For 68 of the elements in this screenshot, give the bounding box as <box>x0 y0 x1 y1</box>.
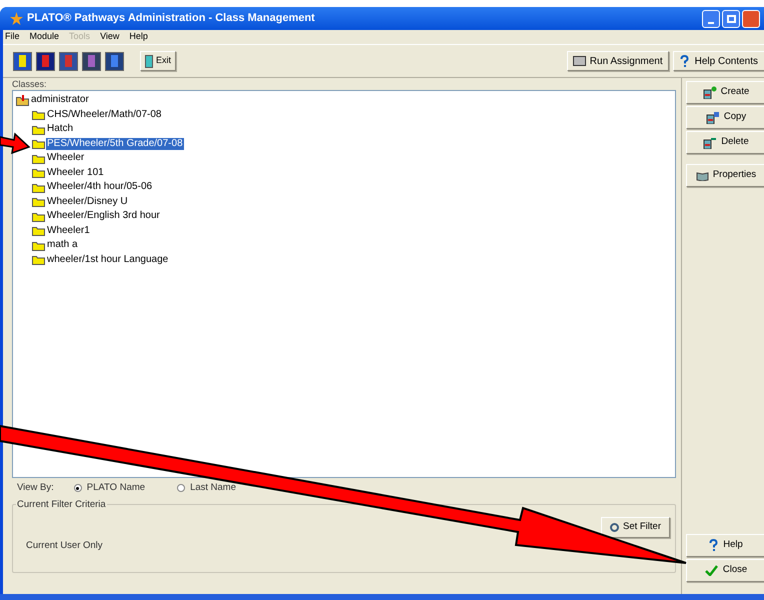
toolbar-icon <box>19 55 26 67</box>
minimize-icon <box>708 22 714 24</box>
folder-icon <box>32 182 45 193</box>
view-by-label: View By: <box>17 480 54 495</box>
side-button[interactable]: Copy <box>686 106 764 129</box>
set-filter-button[interactable]: Set Filter <box>600 517 670 538</box>
toolbar-button[interactable] <box>59 52 78 70</box>
classes-label: Classes: <box>12 79 48 90</box>
minimize-button[interactable] <box>702 10 720 28</box>
folder-icon <box>32 167 45 178</box>
toolbar-button[interactable] <box>13 52 32 70</box>
toolbar-button[interactable] <box>105 52 124 70</box>
tree-item[interactable]: Wheeler/4th hour/05-06 <box>46 181 154 194</box>
menu-item[interactable]: Help <box>129 30 148 44</box>
tree-item[interactable]: Hatch <box>46 123 74 136</box>
toolbar-icon <box>111 55 118 67</box>
folder-icon <box>16 94 29 106</box>
folder-icon <box>32 138 45 150</box>
help-contents-button[interactable]: Help Contents <box>672 51 764 71</box>
tree-item[interactable]: Wheeler1 <box>46 224 91 237</box>
toolbar-icon <box>88 55 95 67</box>
annotation-arrow <box>0 132 30 154</box>
exit-button[interactable]: Exit <box>140 51 176 71</box>
question-icon <box>709 539 718 552</box>
folder-icon <box>32 240 45 251</box>
folder-icon <box>32 225 45 236</box>
close-button[interactable] <box>742 10 760 28</box>
side-button[interactable]: Create <box>686 81 764 104</box>
menu-item[interactable]: Module <box>30 30 60 44</box>
toolbar-button[interactable] <box>82 52 101 70</box>
folder-icon <box>32 109 45 120</box>
tree-item[interactable]: Wheeler <box>46 152 86 164</box>
tree-item[interactable]: math a <box>46 239 79 252</box>
document-icon <box>706 111 720 124</box>
maximize-button[interactable] <box>722 10 740 28</box>
toolbar-icon <box>42 55 49 67</box>
star-icon <box>10 12 23 25</box>
question-icon <box>680 54 689 68</box>
folder-icon <box>32 152 45 164</box>
menu-item[interactable]: View <box>100 30 120 44</box>
magnifier-icon <box>610 523 619 532</box>
folder-icon <box>32 124 45 135</box>
folder-icon <box>32 254 45 266</box>
run-assignment-button[interactable]: Run Assignment <box>566 51 669 71</box>
close-dialog-button[interactable]: Close <box>686 559 764 582</box>
toolbar-icon <box>65 55 72 67</box>
filter-value: Current User Only <box>26 538 103 553</box>
tree-item[interactable]: administrator <box>30 94 90 106</box>
document-icon <box>703 136 718 149</box>
folder-icon <box>32 196 45 208</box>
radio-option[interactable]: PLATO Name <box>74 480 146 496</box>
menu-item[interactable]: File <box>5 30 20 44</box>
toolbar-button[interactable] <box>36 52 55 70</box>
checkmark-icon <box>704 565 718 576</box>
maximize-icon <box>726 14 736 22</box>
tree-item[interactable]: Wheeler 101 <box>46 166 105 179</box>
window-title: PLATO® Pathways Administration - Class Management <box>27 11 315 26</box>
folder-icon <box>32 210 45 222</box>
tree-item[interactable]: wheeler/1st hour Language <box>46 254 170 266</box>
side-button[interactable]: Delete <box>686 131 764 154</box>
tree-item[interactable]: CHS/Wheeler/Math/07-08 <box>46 108 162 121</box>
tree-item[interactable]: Wheeler/English 3rd hour <box>46 210 161 222</box>
document-icon <box>702 86 717 99</box>
help-button[interactable]: Help <box>686 534 764 557</box>
tree-item[interactable]: PES/Wheeler/5th Grade/07-08 <box>46 138 184 150</box>
tree-item[interactable]: Wheeler/Disney U <box>46 196 129 208</box>
side-button[interactable]: Properties <box>686 164 764 187</box>
radio-option[interactable]: Last Name <box>177 480 236 496</box>
